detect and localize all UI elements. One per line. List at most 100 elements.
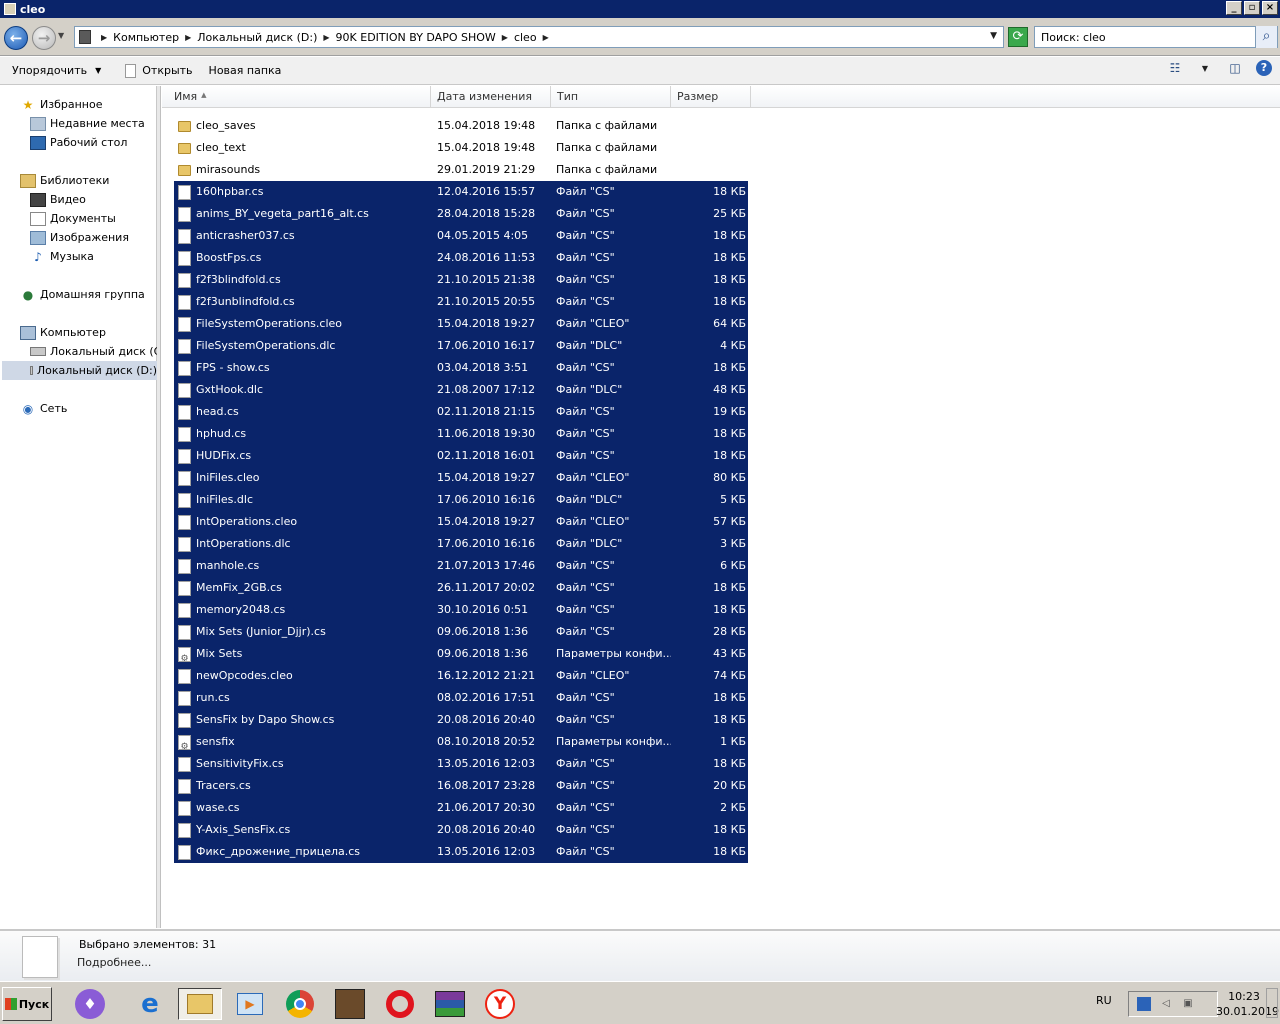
internet-explorer-icon[interactable]: e xyxy=(134,988,166,1020)
back-button[interactable]: ← xyxy=(4,26,28,50)
column-header-size[interactable]: Размер xyxy=(671,86,751,108)
breadcrumb-cleo[interactable]: ▶ cleo ▶ xyxy=(502,31,555,44)
nav-documents[interactable]: Документы xyxy=(30,209,116,228)
opera-icon[interactable] xyxy=(384,988,416,1020)
nav-music[interactable]: ♪ Музыка xyxy=(30,247,94,266)
maximize-button[interactable]: ▫ xyxy=(1244,1,1260,15)
window-titlebar[interactable]: cleo _ ▫ × xyxy=(0,0,1280,18)
media-player-icon[interactable]: ▶ xyxy=(234,988,266,1020)
refresh-button[interactable]: ⟳ xyxy=(1008,27,1028,47)
nav-libraries[interactable]: Библиотеки xyxy=(20,171,109,190)
nav-favorites[interactable]: ★ Избранное xyxy=(20,95,103,114)
chevron-right-icon[interactable]: ▶ xyxy=(185,33,191,42)
volume-icon[interactable]: ◁ xyxy=(1159,997,1173,1011)
file-row[interactable]: newOpcodes.cleo 16.12.2012 21:21 Файл "CLE… xyxy=(174,665,748,687)
search-input[interactable] xyxy=(1041,30,1241,44)
breadcrumb-disk-d[interactable]: ▶ Локальный диск (D:) xyxy=(185,31,317,44)
action-center-icon[interactable] xyxy=(1137,997,1151,1011)
nav-video[interactable]: Видео xyxy=(30,190,86,209)
column-header-type[interactable]: Тип xyxy=(551,86,671,108)
search-box[interactable]: ⌕ xyxy=(1034,26,1278,48)
recent-pages-dropdown[interactable]: ▼ xyxy=(58,31,64,40)
nav-homegroup[interactable]: ● Домашняя группа xyxy=(20,285,145,304)
file-row[interactable]: FPS - show.cs 03.04.2018 3:51 Файл "CS" 18 … xyxy=(174,357,748,379)
file-row[interactable]: hphud.cs 11.06.2018 19:30 Файл "CS" 18 КБ xyxy=(174,423,748,445)
organize-button[interactable]: Упорядочить ▼ xyxy=(4,59,109,83)
language-indicator[interactable]: RU xyxy=(1096,994,1112,1007)
start-button[interactable]: Пуск xyxy=(2,987,52,1021)
file-row[interactable]: SensitivityFix.cs 13.05.2016 12:03 Файл "C… xyxy=(174,753,748,775)
nav-disk-c[interactable]: Локальный диск (C:) xyxy=(30,342,169,361)
breadcrumb-computer[interactable]: ▶ Компьютер xyxy=(101,31,179,44)
file-row[interactable]: 160hpbar.cs 12.04.2016 15:57 Файл "CS" 18 К… xyxy=(174,181,748,203)
preview-pane-icon[interactable]: ◫ xyxy=(1226,59,1244,77)
nav-computer[interactable]: Компьютер xyxy=(20,323,106,342)
file-row[interactable]: MemFix_2GB.cs 26.11.2017 20:02 Файл "CS" 18… xyxy=(174,577,748,599)
file-row[interactable]: ⚙ Mix Sets 09.06.2018 1:36 Параметры конфи.… xyxy=(174,643,748,665)
file-row[interactable]: anticrasher037.cs 04.05.2015 4:05 Файл "CS… xyxy=(174,225,748,247)
file-row[interactable]: GxtHook.dlc 21.08.2007 17:12 Файл "DLC" 48 … xyxy=(174,379,748,401)
file-row[interactable]: IntOperations.dlc 17.06.2010 16:16 Файл "D… xyxy=(174,533,748,555)
file-row[interactable]: IntOperations.cleo 15.04.2018 19:27 Файл "… xyxy=(174,511,748,533)
file-row[interactable]: memory2048.cs 30.10.2016 0:51 Файл "CS" 18 … xyxy=(174,599,748,621)
folder-row[interactable]: mirasounds 29.01.2019 21:29 Папка с файлам… xyxy=(174,159,748,181)
file-row[interactable]: anims_BY_vegeta_part16_alt.cs 28.04.2018 … xyxy=(174,203,748,225)
more-details-link[interactable]: Подробнее... xyxy=(77,956,151,969)
file-row[interactable]: IniFiles.cleo 15.04.2018 19:27 Файл "CLEO"… xyxy=(174,467,748,489)
file-row[interactable]: FileSystemOperations.cleo 15.04.2018 19:2… xyxy=(174,313,748,335)
nav-images[interactable]: Изображения xyxy=(30,228,129,247)
yandex-browser-icon[interactable]: Y xyxy=(484,988,516,1020)
game-icon[interactable] xyxy=(334,988,366,1020)
nav-disk-d[interactable]: Локальный диск (D:) xyxy=(2,361,157,380)
search-icon[interactable]: ⌕ xyxy=(1255,26,1277,48)
file-row[interactable]: head.cs 02.11.2018 21:15 Файл "CS" 19 КБ xyxy=(174,401,748,423)
file-row[interactable]: run.cs 08.02.2016 17:51 Файл "CS" 18 КБ xyxy=(174,687,748,709)
voice-assistant-icon[interactable]: ♦ xyxy=(74,988,106,1020)
file-row[interactable]: Y-Axis_SensFix.cs 20.08.2016 20:40 Файл "C… xyxy=(174,819,748,841)
address-bar[interactable]: ▶ Компьютер ▶ Локальный диск (D:) ▶ 90K … xyxy=(74,26,1004,48)
view-options-chevron-icon[interactable]: ▼ xyxy=(1196,59,1214,77)
file-row[interactable]: wase.cs 21.06.2017 20:30 Файл "CS" 2 КБ xyxy=(174,797,748,819)
file-row[interactable]: IniFiles.dlc 17.06.2010 16:16 Файл "DLC" 5 … xyxy=(174,489,748,511)
chrome-icon[interactable] xyxy=(284,988,316,1020)
minimize-button[interactable]: _ xyxy=(1226,1,1242,15)
change-view-icon[interactable]: ☷ xyxy=(1166,59,1184,77)
chevron-right-icon[interactable]: ▶ xyxy=(502,33,508,42)
file-row[interactable]: Mix Sets (Junior_Djjr).cs 09.06.2018 1:36… xyxy=(174,621,748,643)
file-row[interactable]: Tracers.cs 16.08.2017 23:28 Файл "CS" 20 КБ xyxy=(174,775,748,797)
file-row[interactable]: f2f3blindfold.cs 21.10.2015 21:38 Файл "CS… xyxy=(174,269,748,291)
column-header-date[interactable]: Дата изменения xyxy=(431,86,551,108)
file-row[interactable]: manhole.cs 21.07.2013 17:46 Файл "CS" 6 КБ xyxy=(174,555,748,577)
chevron-right-icon[interactable]: ▶ xyxy=(543,33,549,42)
file-row[interactable]: BoostFps.cs 24.08.2016 11:53 Файл "CS" 18 К… xyxy=(174,247,748,269)
file-row[interactable]: SensFix by Dapo Show.cs 20.08.2016 20:40 Ф… xyxy=(174,709,748,731)
open-button[interactable]: Открыть xyxy=(117,59,200,83)
file-name: 160hpbar.cs xyxy=(196,185,264,198)
column-header-name[interactable]: Имя ▲ xyxy=(168,86,431,108)
explorer-taskbar-icon[interactable] xyxy=(178,988,222,1020)
close-button[interactable]: × xyxy=(1262,1,1278,15)
forward-button[interactable]: → xyxy=(32,26,56,50)
help-icon[interactable]: ? xyxy=(1256,60,1272,76)
folder-row[interactable]: cleo_saves 15.04.2018 19:48 Папка с файлам… xyxy=(174,115,748,137)
breadcrumb-90k-edition[interactable]: ▶ 90K EDITION BY DAPO SHOW xyxy=(323,31,495,44)
show-desktop-button[interactable] xyxy=(1266,988,1278,1018)
network-tray-icon[interactable]: ▣ xyxy=(1181,997,1195,1011)
new-folder-button[interactable]: Новая папка xyxy=(201,59,290,83)
file-row[interactable]: f2f3unblindfold.cs 21.10.2015 20:55 Файл "… xyxy=(174,291,748,313)
file-row[interactable]: FileSystemOperations.dlc 17.06.2010 16:17… xyxy=(174,335,748,357)
file-row[interactable]: Фикс_дрожение_прицела.cs 13.05.2016 12:03… xyxy=(174,841,748,863)
chevron-right-icon[interactable]: ▶ xyxy=(101,33,107,42)
clock[interactable]: 10:23 30.01.2019 xyxy=(1216,989,1279,1019)
nav-network[interactable]: ◉ Сеть xyxy=(20,399,68,418)
nav-recent-places[interactable]: Недавние места xyxy=(30,114,145,133)
file-row[interactable]: ⚙ sensfix 08.10.2018 20:52 Параметры конфи.… xyxy=(174,731,748,753)
file-row[interactable]: HUDFix.cs 02.11.2018 16:01 Файл "CS" 18 КБ xyxy=(174,445,748,467)
chevron-right-icon[interactable]: ▶ xyxy=(323,33,329,42)
address-history-dropdown[interactable]: ▼ xyxy=(990,31,997,41)
pane-splitter[interactable] xyxy=(157,86,161,928)
folder-row[interactable]: cleo_text 15.04.2018 19:48 Папка с файлами xyxy=(174,137,748,159)
nav-desktop[interactable]: Рабочий стол xyxy=(30,133,127,152)
winrar-icon[interactable] xyxy=(434,988,466,1020)
file-icon xyxy=(125,63,137,78)
